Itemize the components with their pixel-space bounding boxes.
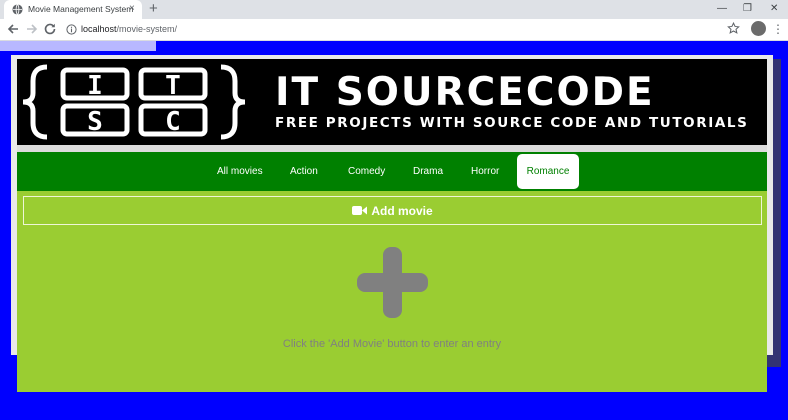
decorative-strip bbox=[0, 41, 156, 51]
restore-button[interactable]: ❐ bbox=[743, 2, 752, 16]
back-arrow-icon[interactable] bbox=[5, 21, 21, 37]
browser-tab-strip: Movie Management System × + — ❐ ✕ bbox=[0, 0, 788, 19]
reload-icon[interactable] bbox=[42, 21, 58, 37]
globe-icon bbox=[12, 4, 23, 15]
tab-close-icon[interactable]: × bbox=[129, 3, 135, 15]
movie-list-area: Add movie Click the 'Add Movie' button t… bbox=[17, 191, 767, 392]
nav-romance[interactable]: Romance bbox=[517, 154, 579, 189]
empty-state-message: Click the 'Add Movie' button to enter an… bbox=[282, 338, 502, 350]
add-movie-label: Add movie bbox=[371, 203, 433, 218]
url-host: localhost bbox=[81, 24, 117, 34]
url-text: localhost/movie-system/ bbox=[81, 24, 177, 34]
browser-toolbar: localhost/movie-system/ ⋮ bbox=[0, 19, 788, 41]
logo-letter-i: I bbox=[87, 71, 103, 101]
url-path: /movie-system/ bbox=[116, 24, 178, 34]
address-bar[interactable]: localhost/movie-system/ bbox=[61, 21, 745, 38]
brand-title: IT SOURCECODE bbox=[275, 70, 655, 115]
nav-horror[interactable]: Horror bbox=[471, 152, 499, 191]
forward-arrow-icon[interactable] bbox=[24, 21, 40, 37]
nav-action[interactable]: Action bbox=[290, 152, 318, 191]
bookmark-star-icon[interactable] bbox=[727, 22, 740, 35]
browser-menu-icon[interactable]: ⋮ bbox=[772, 20, 784, 38]
site-banner: I T S C IT SOURCECODE FREE PROJECTS WITH… bbox=[17, 59, 767, 145]
plus-icon bbox=[357, 247, 428, 318]
tab-title: Movie Management System bbox=[28, 4, 134, 14]
nav-comedy[interactable]: Comedy bbox=[348, 152, 385, 191]
logo-letter-t: T bbox=[165, 71, 181, 101]
minimize-button[interactable]: — bbox=[717, 2, 727, 16]
video-camera-icon bbox=[352, 206, 368, 215]
logo-letter-c: C bbox=[165, 107, 181, 137]
brand-tagline: FREE PROJECTS WITH SOURCE CODE AND TUTOR… bbox=[275, 115, 749, 131]
add-movie-button[interactable]: Add movie bbox=[23, 196, 762, 225]
info-icon[interactable] bbox=[66, 24, 77, 35]
browser-tab[interactable]: Movie Management System × bbox=[4, 0, 142, 19]
close-window-button[interactable]: ✕ bbox=[770, 2, 778, 16]
nav-drama[interactable]: Drama bbox=[413, 152, 443, 191]
nav-all-movies[interactable]: All movies bbox=[217, 152, 263, 191]
itsc-logo: I T S C bbox=[22, 64, 246, 140]
banner-divider bbox=[17, 145, 767, 152]
page-viewport: I T S C IT SOURCECODE FREE PROJECTS WITH… bbox=[0, 41, 788, 420]
profile-avatar[interactable] bbox=[751, 21, 766, 36]
new-tab-button[interactable]: + bbox=[149, 1, 158, 17]
genre-nav: All movies Action Comedy Drama Horror Ro… bbox=[17, 152, 767, 191]
logo-letter-s: S bbox=[87, 107, 103, 137]
